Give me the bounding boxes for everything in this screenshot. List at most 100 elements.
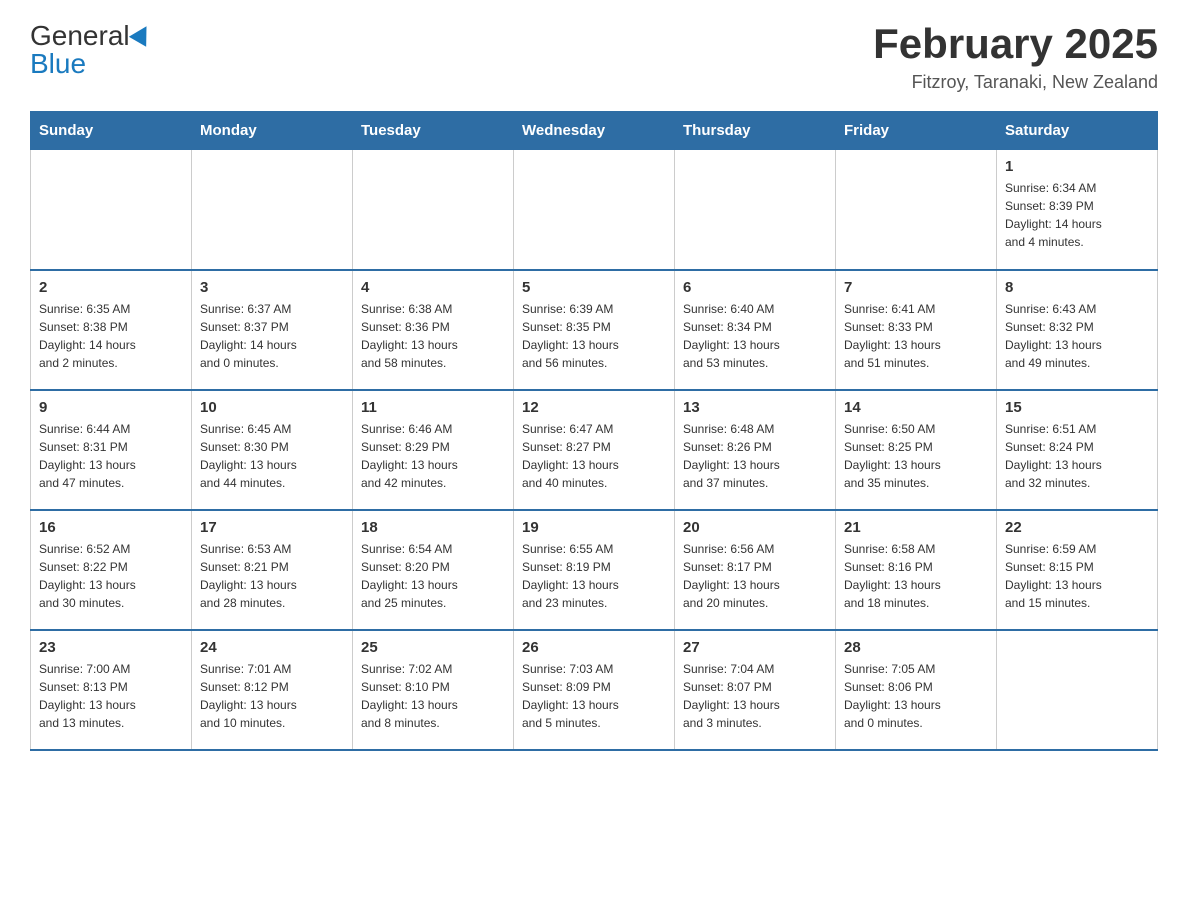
calendar-cell: 1 Sunrise: 6:34 AM Sunset: 8:39 PM Daylig… (997, 150, 1158, 270)
calendar-cell (192, 150, 353, 270)
calendar-cell (31, 150, 192, 270)
calendar-cell: 16 Sunrise: 6:52 AM Sunset: 8:22 PM Dayli… (31, 510, 192, 630)
day-info: Sunrise: 7:05 AM Sunset: 8:06 PM Dayligh… (844, 660, 988, 732)
day-number: 9 (39, 399, 183, 416)
calendar-table: SundayMondayTuesdayWednesdayThursdayFrid… (30, 111, 1158, 751)
day-info: Sunrise: 6:52 AM Sunset: 8:22 PM Dayligh… (39, 540, 183, 612)
day-number: 22 (1005, 519, 1149, 536)
calendar-cell: 7Sunrise: 6:41 AM Sunset: 8:33 PM Daylig… (836, 270, 997, 390)
day-info: Sunrise: 6:37 AM Sunset: 8:37 PM Dayligh… (200, 300, 344, 372)
day-info: Sunrise: 6:35 AM Sunset: 8:38 PM Dayligh… (39, 300, 183, 372)
column-header-monday: Monday (192, 112, 353, 150)
logo-blue-text: Blue (30, 48, 86, 79)
day-info: Sunrise: 7:02 AM Sunset: 8:10 PM Dayligh… (361, 660, 505, 732)
day-number: 14 (844, 399, 988, 416)
day-number: 27 (683, 639, 827, 656)
calendar-cell: 20Sunrise: 6:56 AM Sunset: 8:17 PM Dayli… (675, 510, 836, 630)
title-area: February 2025 Fitzroy, Taranaki, New Zea… (873, 20, 1158, 93)
calendar-cell: 28 Sunrise: 7:05 AM Sunset: 8:06 PM Dayli… (836, 630, 997, 750)
column-header-friday: Friday (836, 112, 997, 150)
day-info: Sunrise: 6:59 AM Sunset: 8:15 PM Dayligh… (1005, 540, 1149, 612)
day-number: 24 (200, 639, 344, 656)
day-info: Sunrise: 6:54 AM Sunset: 8:20 PM Dayligh… (361, 540, 505, 612)
calendar-cell: 18 Sunrise: 6:54 AM Sunset: 8:20 PM Dayli… (353, 510, 514, 630)
day-info: Sunrise: 6:47 AM Sunset: 8:27 PM Dayligh… (522, 420, 666, 492)
calendar-cell (353, 150, 514, 270)
day-number: 16 (39, 519, 183, 536)
day-number: 18 (361, 519, 505, 536)
location-subtitle: Fitzroy, Taranaki, New Zealand (873, 72, 1158, 93)
column-header-thursday: Thursday (675, 112, 836, 150)
day-info: Sunrise: 6:53 AM Sunset: 8:21 PM Dayligh… (200, 540, 344, 612)
day-info: Sunrise: 7:01 AM Sunset: 8:12 PM Dayligh… (200, 660, 344, 732)
calendar-cell: 8 Sunrise: 6:43 AM Sunset: 8:32 PM Daylig… (997, 270, 1158, 390)
column-header-sunday: Sunday (31, 112, 192, 150)
calendar-cell: 17 Sunrise: 6:53 AM Sunset: 8:21 PM Dayli… (192, 510, 353, 630)
calendar-cell (675, 150, 836, 270)
calendar-cell: 21 Sunrise: 6:58 AM Sunset: 8:16 PM Dayli… (836, 510, 997, 630)
day-info: Sunrise: 6:38 AM Sunset: 8:36 PM Dayligh… (361, 300, 505, 372)
calendar-cell: 26 Sunrise: 7:03 AM Sunset: 8:09 PM Dayli… (514, 630, 675, 750)
day-info: Sunrise: 6:44 AM Sunset: 8:31 PM Dayligh… (39, 420, 183, 492)
calendar-cell: 6Sunrise: 6:40 AM Sunset: 8:34 PM Daylig… (675, 270, 836, 390)
day-info: Sunrise: 6:40 AM Sunset: 8:34 PM Dayligh… (683, 300, 827, 372)
day-number: 3 (200, 279, 344, 296)
day-number: 8 (1005, 279, 1149, 296)
calendar-cell: 10Sunrise: 6:45 AM Sunset: 8:30 PM Dayli… (192, 390, 353, 510)
calendar-cell: 4Sunrise: 6:38 AM Sunset: 8:36 PM Daylig… (353, 270, 514, 390)
calendar-cell: 2 Sunrise: 6:35 AM Sunset: 8:38 PM Daylig… (31, 270, 192, 390)
day-number: 25 (361, 639, 505, 656)
column-header-wednesday: Wednesday (514, 112, 675, 150)
day-number: 26 (522, 639, 666, 656)
day-number: 28 (844, 639, 988, 656)
day-info: Sunrise: 7:03 AM Sunset: 8:09 PM Dayligh… (522, 660, 666, 732)
calendar-cell: 23 Sunrise: 7:00 AM Sunset: 8:13 PM Dayli… (31, 630, 192, 750)
calendar-cell: 5 Sunrise: 6:39 AM Sunset: 8:35 PM Daylig… (514, 270, 675, 390)
day-info: Sunrise: 6:43 AM Sunset: 8:32 PM Dayligh… (1005, 300, 1149, 372)
page-title: February 2025 (873, 20, 1158, 68)
day-number: 19 (522, 519, 666, 536)
day-number: 12 (522, 399, 666, 416)
calendar-cell: 15 Sunrise: 6:51 AM Sunset: 8:24 PM Dayli… (997, 390, 1158, 510)
calendar-cell: 24 Sunrise: 7:01 AM Sunset: 8:12 PM Dayli… (192, 630, 353, 750)
column-header-tuesday: Tuesday (353, 112, 514, 150)
calendar-week-row: 1 Sunrise: 6:34 AM Sunset: 8:39 PM Daylig… (31, 150, 1158, 270)
calendar-cell: 14Sunrise: 6:50 AM Sunset: 8:25 PM Dayli… (836, 390, 997, 510)
day-number: 23 (39, 639, 183, 656)
calendar-week-row: 23 Sunrise: 7:00 AM Sunset: 8:13 PM Dayli… (31, 630, 1158, 750)
calendar-cell: 25 Sunrise: 7:02 AM Sunset: 8:10 PM Dayli… (353, 630, 514, 750)
day-number: 11 (361, 399, 505, 416)
calendar-week-row: 2 Sunrise: 6:35 AM Sunset: 8:38 PM Daylig… (31, 270, 1158, 390)
calendar-cell: 27Sunrise: 7:04 AM Sunset: 8:07 PM Dayli… (675, 630, 836, 750)
day-number: 17 (200, 519, 344, 536)
day-info: Sunrise: 6:58 AM Sunset: 8:16 PM Dayligh… (844, 540, 988, 612)
logo-triangle-icon (128, 21, 154, 47)
day-info: Sunrise: 6:45 AM Sunset: 8:30 PM Dayligh… (200, 420, 344, 492)
calendar-cell: 19 Sunrise: 6:55 AM Sunset: 8:19 PM Dayli… (514, 510, 675, 630)
day-number: 5 (522, 279, 666, 296)
day-number: 15 (1005, 399, 1149, 416)
calendar-cell (997, 630, 1158, 750)
calendar-cell: 3 Sunrise: 6:37 AM Sunset: 8:37 PM Daylig… (192, 270, 353, 390)
day-number: 13 (683, 399, 827, 416)
page-header: General Blue February 2025 Fitzroy, Tara… (30, 20, 1158, 93)
calendar-cell (514, 150, 675, 270)
day-number: 2 (39, 279, 183, 296)
day-info: Sunrise: 6:41 AM Sunset: 8:33 PM Dayligh… (844, 300, 988, 372)
calendar-week-row: 16 Sunrise: 6:52 AM Sunset: 8:22 PM Dayli… (31, 510, 1158, 630)
calendar-header-row: SundayMondayTuesdayWednesdayThursdayFrid… (31, 112, 1158, 150)
day-number: 21 (844, 519, 988, 536)
calendar-cell (836, 150, 997, 270)
day-info: Sunrise: 6:46 AM Sunset: 8:29 PM Dayligh… (361, 420, 505, 492)
day-info: Sunrise: 6:34 AM Sunset: 8:39 PM Dayligh… (1005, 179, 1149, 251)
day-info: Sunrise: 6:51 AM Sunset: 8:24 PM Dayligh… (1005, 420, 1149, 492)
day-number: 1 (1005, 158, 1149, 175)
day-info: Sunrise: 7:00 AM Sunset: 8:13 PM Dayligh… (39, 660, 183, 732)
calendar-week-row: 9 Sunrise: 6:44 AM Sunset: 8:31 PM Daylig… (31, 390, 1158, 510)
day-info: Sunrise: 6:39 AM Sunset: 8:35 PM Dayligh… (522, 300, 666, 372)
column-header-saturday: Saturday (997, 112, 1158, 150)
day-info: Sunrise: 6:48 AM Sunset: 8:26 PM Dayligh… (683, 420, 827, 492)
day-number: 20 (683, 519, 827, 536)
day-info: Sunrise: 6:55 AM Sunset: 8:19 PM Dayligh… (522, 540, 666, 612)
calendar-cell: 12 Sunrise: 6:47 AM Sunset: 8:27 PM Dayli… (514, 390, 675, 510)
